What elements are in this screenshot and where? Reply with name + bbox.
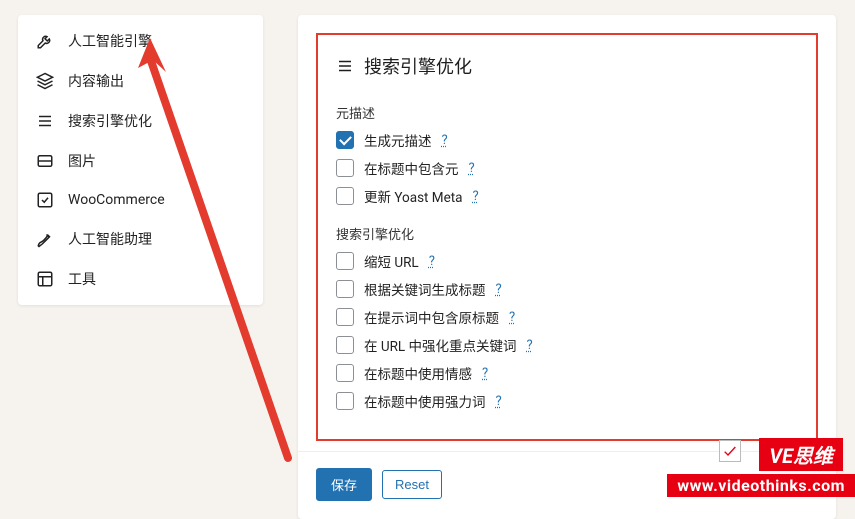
sidebar-item-label: 内容输出	[68, 71, 124, 91]
sidebar-item-content-output[interactable]: 内容输出	[18, 61, 263, 101]
checkbox[interactable]	[336, 392, 354, 410]
sidebar-item-label: WooCommerce	[68, 192, 165, 208]
layers-icon	[36, 72, 54, 90]
option-label: 缩短 URL	[364, 251, 419, 271]
watermark-brand: VE思维	[759, 438, 843, 471]
help-icon[interactable]: ?	[442, 133, 448, 148]
sidebar-item-label: 人工智能引擎	[68, 31, 152, 51]
option-update-yoast[interactable]: 更新 Yoast Meta ?	[336, 186, 798, 206]
sidebar-item-woocommerce[interactable]: WooCommerce	[18, 181, 263, 219]
checkbox[interactable]	[336, 252, 354, 270]
checkbox[interactable]	[336, 364, 354, 382]
sidebar-item-label: 人工智能助理	[68, 229, 152, 249]
checkbox[interactable]	[336, 159, 354, 177]
option-label: 在标题中包含元	[364, 158, 459, 178]
sidebar-item-tools[interactable]: 工具	[18, 259, 263, 299]
help-icon[interactable]: ?	[509, 310, 515, 325]
help-icon[interactable]: ?	[527, 338, 533, 353]
checkbox[interactable]	[336, 308, 354, 326]
group-label: 元描述	[336, 103, 798, 122]
option-power-words-in-title[interactable]: 在标题中使用强力词 ?	[336, 391, 798, 411]
watermark-brand-text: VE思维	[769, 440, 833, 469]
help-icon[interactable]: ?	[473, 189, 479, 204]
group-label: 搜索引擎优化	[336, 224, 798, 243]
checkbox[interactable]	[336, 280, 354, 298]
checkbox[interactable]	[336, 131, 354, 149]
help-icon[interactable]: ?	[496, 282, 502, 297]
checkbox[interactable]	[336, 187, 354, 205]
help-icon[interactable]: ?	[496, 394, 502, 409]
seo-highlight-box: 搜索引擎优化 元描述 生成元描述 ? 在标题中包含元 ? 更新 Yoast Me…	[316, 33, 818, 441]
option-generate-meta[interactable]: 生成元描述 ?	[336, 130, 798, 150]
help-icon[interactable]: ?	[482, 366, 488, 381]
check-square-icon	[36, 191, 54, 209]
sidebar-item-label: 工具	[68, 269, 96, 289]
help-icon[interactable]: ?	[469, 161, 475, 176]
list-icon	[336, 57, 354, 75]
option-title-from-keywords[interactable]: 根据关键词生成标题 ?	[336, 279, 798, 299]
option-include-original-title[interactable]: 在提示词中包含原标题 ?	[336, 307, 798, 327]
option-meta-in-title[interactable]: 在标题中包含元 ?	[336, 158, 798, 178]
meta-description-group: 元描述 生成元描述 ? 在标题中包含元 ? 更新 Yoast Meta ?	[336, 103, 798, 206]
image-icon	[36, 152, 54, 170]
option-shorten-url[interactable]: 缩短 URL ?	[336, 251, 798, 271]
option-emotion-in-title[interactable]: 在标题中使用情感 ?	[336, 363, 798, 383]
save-button[interactable]: 保存	[316, 468, 372, 501]
sidebar-item-ai-assistant[interactable]: 人工智能助理	[18, 219, 263, 259]
option-label: 更新 Yoast Meta	[364, 186, 463, 206]
option-label: 在标题中使用情感	[364, 363, 472, 383]
watermark-check-icon	[719, 440, 741, 462]
sidebar-item-image[interactable]: 图片	[18, 141, 263, 181]
watermark-url: www.videothinks.com	[667, 474, 855, 497]
panel-header: 搜索引擎优化	[336, 53, 798, 79]
option-label: 根据关键词生成标题	[364, 279, 486, 299]
option-label: 在标题中使用强力词	[364, 391, 486, 411]
seo-group: 搜索引擎优化 缩短 URL ? 根据关键词生成标题 ? 在提示词中包含原标题 ?…	[336, 224, 798, 411]
sidebar-item-ai-engine[interactable]: 人工智能引擎	[18, 21, 263, 61]
layout-icon	[36, 270, 54, 288]
sidebar-item-label: 搜索引擎优化	[68, 111, 152, 131]
sidebar: 人工智能引擎 内容输出 搜索引擎优化 图片 WooCommerce 人工智能助理	[18, 15, 263, 305]
option-label: 生成元描述	[364, 130, 432, 150]
option-label: 在 URL 中强化重点关键词	[364, 335, 517, 355]
option-label: 在提示词中包含原标题	[364, 307, 499, 327]
pen-icon	[36, 230, 54, 248]
sidebar-item-seo[interactable]: 搜索引擎优化	[18, 101, 263, 141]
checkbox[interactable]	[336, 336, 354, 354]
help-icon[interactable]: ?	[429, 254, 435, 269]
wrench-icon	[36, 32, 54, 50]
seo-panel: 搜索引擎优化 元描述 生成元描述 ? 在标题中包含元 ? 更新 Yoast Me…	[298, 15, 836, 519]
list-icon	[36, 112, 54, 130]
reset-button[interactable]: Reset	[382, 470, 442, 499]
sidebar-item-label: 图片	[68, 151, 96, 171]
panel-title: 搜索引擎优化	[364, 53, 472, 79]
option-focus-keyword-in-url[interactable]: 在 URL 中强化重点关键词 ?	[336, 335, 798, 355]
